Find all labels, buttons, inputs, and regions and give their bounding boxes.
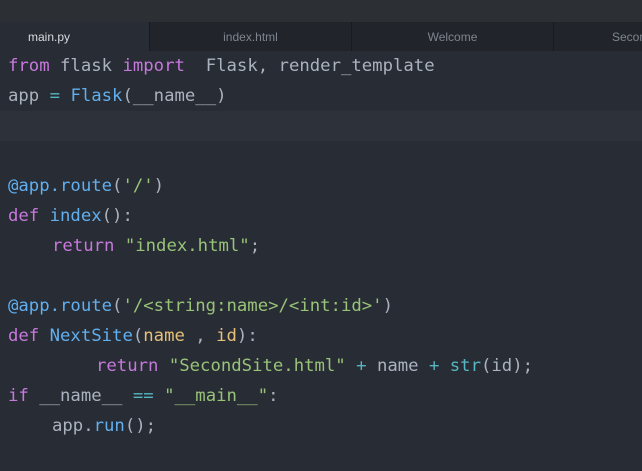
tab-index-html[interactable]: index.html — [150, 22, 352, 51]
import-names-token: Flask, render_template — [184, 56, 435, 76]
variable-token: app. — [52, 416, 94, 436]
keyword-token: return — [52, 236, 115, 256]
keyword-token: def — [8, 206, 40, 226]
function-token: run — [93, 416, 125, 436]
args-token: (id); — [481, 356, 534, 376]
code-line: if __name__ == "__main__": — [0, 381, 642, 411]
punctuation-token: ( — [112, 176, 123, 196]
tab-main-py[interactable]: main.py — [0, 22, 150, 51]
string-token: "index.html" — [124, 236, 250, 256]
tab-welcome[interactable]: Welcome — [352, 22, 554, 51]
punctuation-token: ): — [236, 326, 258, 346]
current-line — [0, 111, 642, 141]
keyword-token: def — [8, 326, 40, 346]
code-line: return "SecondSite.html" + name + str(id… — [0, 351, 642, 381]
decorator-token: @app.route — [8, 176, 113, 196]
punctuation-token: (); — [124, 416, 157, 436]
punctuation-token: ) — [382, 296, 393, 316]
title-bar — [0, 0, 642, 23]
punctuation-token: ( — [132, 326, 144, 346]
keyword-token: if — [8, 386, 29, 406]
punctuation-token: ( — [112, 296, 123, 316]
code-line: from flask import Flask, render_template — [0, 51, 642, 81]
punctuation-token: (): — [101, 206, 133, 226]
string-token: "SecondSite.html" — [168, 356, 346, 376]
string-token: "__main__" — [164, 386, 269, 406]
operator-token: == — [132, 386, 154, 406]
parameter-token: id — [216, 326, 237, 346]
builtin-token: str — [449, 356, 481, 376]
punctuation-token: : — [268, 386, 279, 406]
code-line: app = Flask(__name__) — [0, 81, 642, 111]
punctuation-token: ; — [249, 236, 261, 256]
keyword-token: return — [96, 356, 159, 376]
operator-token: + — [418, 356, 450, 376]
code-editor[interactable]: from flask import Flask, render_template… — [0, 51, 642, 471]
code-editor-window: main.py index.html Welcome Secon from fl… — [0, 0, 642, 471]
variable-token: __name__ — [28, 386, 133, 406]
code-line: return "index.html"; — [0, 231, 642, 261]
code-line: def NextSite(name , id): — [0, 321, 642, 351]
args-token: (__name__) — [122, 86, 227, 106]
code-line: app.run(); — [0, 411, 642, 441]
function-token: NextSite — [49, 326, 133, 346]
tab-second[interactable]: Secon — [554, 22, 642, 51]
keyword-token: from — [8, 56, 50, 76]
operator-token: = — [49, 86, 61, 106]
code-line: @app.route('/<string:name>/<int:id>') — [0, 291, 642, 321]
punctuation-token: ) — [153, 176, 165, 196]
decorator-token: @app.route — [8, 296, 113, 316]
tab-bar: main.py index.html Welcome Secon — [0, 22, 642, 51]
module-token: flask — [49, 56, 123, 76]
variable-token: name — [376, 356, 419, 376]
parameter-token: name — [143, 326, 185, 346]
code-line: @app.route('/') — [0, 171, 642, 201]
code-line: def index(): — [0, 201, 642, 231]
operator-token: + — [345, 356, 377, 376]
punctuation-token: , — [184, 326, 217, 346]
keyword-token: import — [122, 56, 185, 76]
string-token: '/' — [122, 176, 154, 196]
variable-token: app — [8, 86, 50, 106]
function-token: Flask — [70, 86, 123, 106]
string-token: '/<string:name>/<int:id>' — [122, 296, 383, 316]
function-token: index — [49, 206, 102, 226]
